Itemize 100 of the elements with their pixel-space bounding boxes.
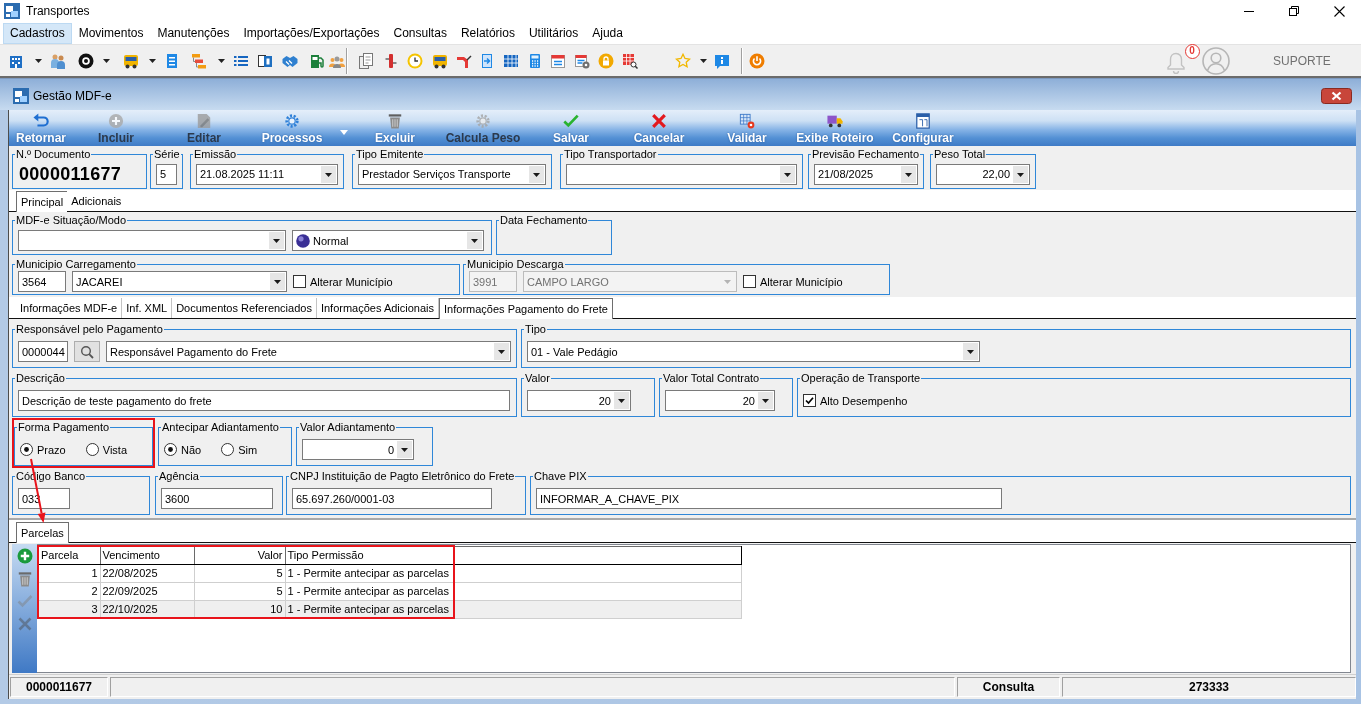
column-header[interactable]: Tipo Permissão bbox=[285, 546, 454, 564]
arrow-document-icon[interactable] bbox=[479, 52, 495, 69]
caret-icon[interactable] bbox=[102, 58, 110, 63]
tab[interactable]: Informações Pagamento do Frete bbox=[439, 298, 613, 319]
tab[interactable]: Adicionais bbox=[67, 191, 126, 211]
calendar-icon[interactable] bbox=[550, 52, 566, 69]
menu-item[interactable]: Manutenções bbox=[150, 22, 237, 44]
menu-item[interactable]: Importações/Exportações bbox=[236, 22, 387, 44]
dropdown-field[interactable]: 0 bbox=[302, 439, 414, 460]
dropdown-field[interactable]: Prestador Serviços Transporte bbox=[358, 163, 546, 185]
caret-icon[interactable] bbox=[1013, 165, 1028, 183]
check-icon bbox=[563, 113, 579, 129]
dropdown-field[interactable]: 01 - Vale Pedágio bbox=[527, 341, 980, 362]
caret-icon[interactable] bbox=[963, 343, 978, 360]
dropdown-field[interactable] bbox=[18, 230, 286, 251]
radio-button[interactable] bbox=[221, 443, 235, 456]
column-header[interactable]: Vencimento bbox=[100, 546, 194, 564]
dropdown-field[interactable]: 21.08.2025 11:11 bbox=[196, 163, 338, 185]
dropdown-field[interactable]: 22,00 bbox=[936, 163, 1030, 185]
caret-icon[interactable] bbox=[758, 392, 773, 409]
checkbox[interactable] bbox=[293, 275, 306, 288]
window-title: Gestão MDF-e bbox=[33, 88, 113, 103]
table-row[interactable]: 1 22/08/2025 5 1 - Permite antecipar as parcelas bbox=[38, 564, 741, 582]
trash-icon[interactable] bbox=[16, 570, 33, 587]
caret-icon[interactable] bbox=[269, 232, 284, 249]
text-field[interactable]: 5 bbox=[156, 163, 177, 185]
text-field[interactable]: INFORMAR_A_CHAVE_PIX bbox=[536, 488, 1002, 509]
text-field[interactable]: Descrição de teste pagamento do frete bbox=[18, 390, 510, 411]
caret-icon[interactable] bbox=[467, 232, 482, 249]
table-cell: 22/08/2025 bbox=[100, 564, 194, 582]
dropdown-field[interactable]: 21/08/2025 bbox=[814, 163, 918, 185]
dropdown-field[interactable]: 20 bbox=[527, 390, 631, 411]
column-header[interactable]: Valor bbox=[194, 546, 285, 564]
text-field[interactable]: 3600 bbox=[161, 488, 273, 509]
close-icon[interactable] bbox=[1321, 87, 1352, 104]
tab[interactable]: Inf. XML bbox=[122, 298, 173, 318]
plus-icon[interactable] bbox=[16, 548, 33, 564]
table-search-icon[interactable] bbox=[622, 52, 638, 69]
caret-icon[interactable] bbox=[217, 58, 225, 63]
document-icon[interactable] bbox=[257, 52, 273, 69]
caret-icon[interactable] bbox=[614, 392, 629, 409]
caret-icon[interactable] bbox=[321, 165, 336, 183]
window-title: Transportes bbox=[26, 4, 90, 18]
tire-icon[interactable] bbox=[78, 52, 94, 69]
menu-item[interactable]: Utilitários bbox=[521, 22, 586, 44]
people-icon[interactable] bbox=[50, 52, 66, 69]
tab[interactable]: Documentos Referenciados bbox=[172, 298, 317, 318]
power-icon[interactable] bbox=[749, 52, 765, 69]
calendar-icon[interactable] bbox=[503, 52, 519, 69]
dropdown-field[interactable] bbox=[566, 163, 797, 185]
tool-icon[interactable] bbox=[383, 52, 399, 69]
tab[interactable]: Informações MDF-e bbox=[16, 298, 123, 318]
restore-icon[interactable] bbox=[1289, 6, 1299, 16]
caret-icon[interactable] bbox=[901, 165, 916, 183]
caret-icon[interactable] bbox=[148, 58, 156, 63]
calculator-icon[interactable] bbox=[527, 52, 543, 69]
dropdown-field[interactable]: Responsável Pagamento do Frete bbox=[106, 341, 511, 362]
tab[interactable]: Parcelas bbox=[16, 522, 69, 543]
caret-icon[interactable] bbox=[397, 441, 412, 458]
menu-item[interactable]: Relatórios bbox=[453, 22, 522, 44]
text-field[interactable]: 65.697.260/0001-03 bbox=[292, 488, 492, 509]
caret-icon[interactable] bbox=[699, 58, 707, 63]
dropdown-field[interactable]: Normal bbox=[292, 230, 484, 251]
tab[interactable]: Principal bbox=[16, 191, 68, 212]
text-field[interactable]: 3564 bbox=[18, 271, 66, 292]
search-button[interactable] bbox=[74, 341, 100, 362]
star-icon[interactable] bbox=[675, 52, 691, 69]
dropdown-field[interactable]: JACAREI bbox=[72, 271, 287, 292]
edit-icon bbox=[196, 113, 212, 129]
caret-icon[interactable] bbox=[529, 165, 544, 183]
bus-icon[interactable] bbox=[123, 52, 139, 69]
calendar-gear-icon[interactable] bbox=[574, 52, 590, 69]
group-label: Data Fechamento bbox=[499, 213, 589, 227]
radio-button[interactable] bbox=[20, 443, 33, 456]
close-icon[interactable] bbox=[1334, 5, 1345, 17]
radio-button[interactable] bbox=[164, 443, 177, 456]
fuel-nozzle-icon[interactable] bbox=[456, 52, 472, 69]
caret-icon[interactable] bbox=[270, 273, 285, 290]
table-row[interactable]: 3 22/10/2025 10 1 - Permite antecipar as parcelas bbox=[38, 600, 741, 618]
bus-icon[interactable] bbox=[432, 52, 448, 69]
org-chart-icon[interactable] bbox=[191, 52, 207, 69]
caret-icon[interactable] bbox=[34, 58, 42, 63]
clock-icon[interactable] bbox=[407, 52, 423, 69]
trash-icon bbox=[387, 113, 403, 129]
checkbox[interactable] bbox=[803, 394, 816, 407]
minimize-icon[interactable] bbox=[1244, 10, 1254, 12]
menu-item[interactable]: Consultas bbox=[386, 22, 454, 44]
info-icon[interactable] bbox=[714, 52, 730, 69]
radio-button[interactable] bbox=[85, 443, 99, 456]
column-header[interactable]: Parcela bbox=[38, 546, 100, 564]
menu-item[interactable]: Cadastros bbox=[3, 22, 72, 44]
text-field[interactable]: 0000044 bbox=[18, 341, 68, 362]
caret-icon[interactable] bbox=[494, 343, 509, 360]
gas-pump-icon[interactable] bbox=[309, 52, 325, 69]
caret-icon[interactable] bbox=[780, 165, 795, 183]
menu-item[interactable]: Ajuda bbox=[585, 22, 630, 44]
dropdown-field[interactable]: 20 bbox=[665, 390, 775, 411]
menu-item[interactable]: Movimentos bbox=[71, 22, 151, 44]
checkbox[interactable] bbox=[743, 275, 756, 288]
documents-icon[interactable] bbox=[358, 52, 374, 69]
